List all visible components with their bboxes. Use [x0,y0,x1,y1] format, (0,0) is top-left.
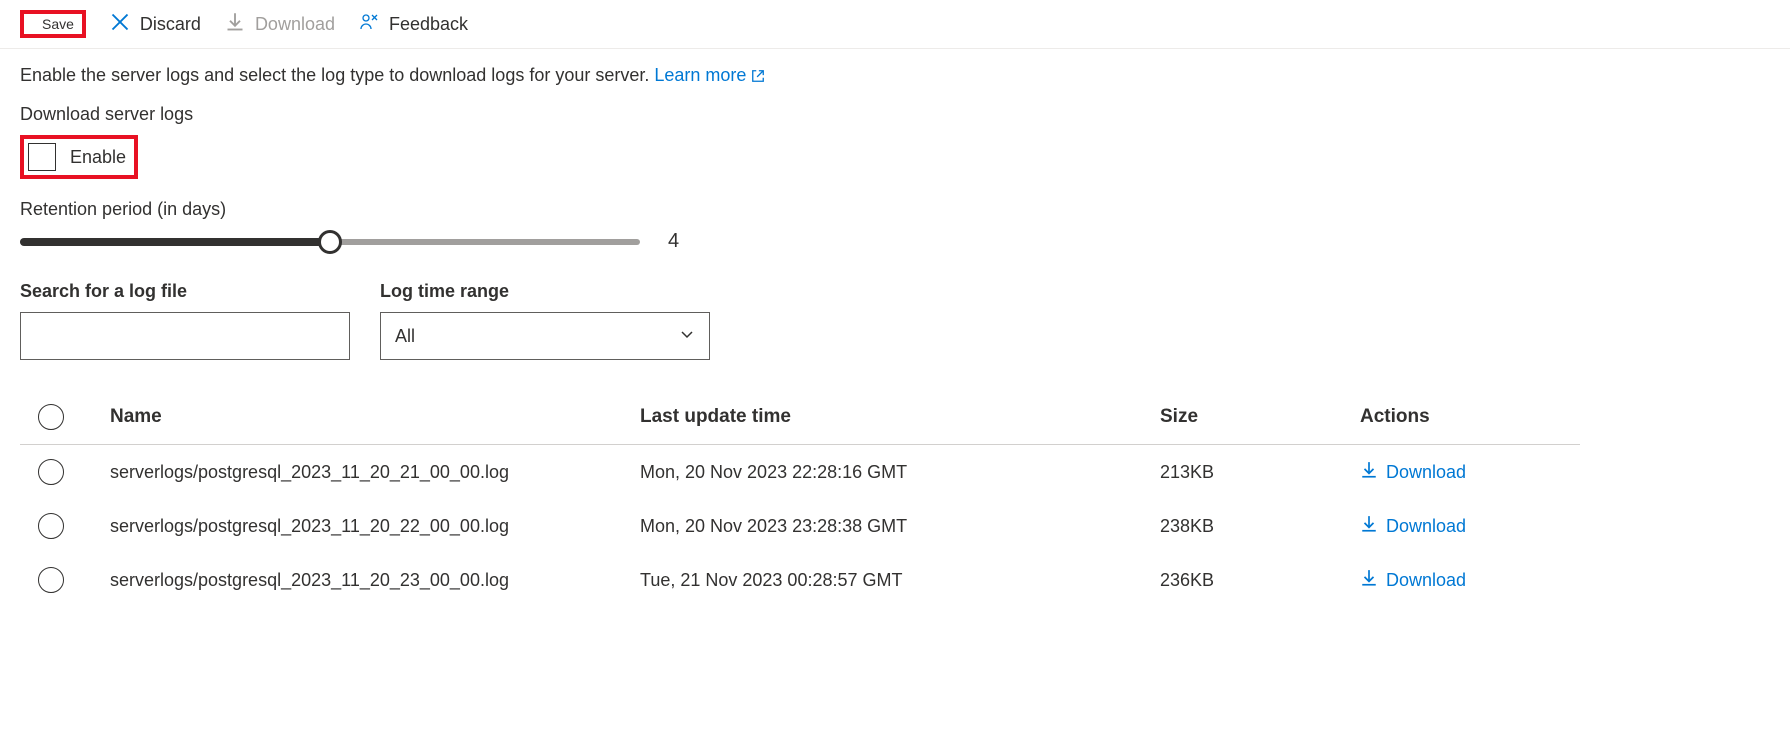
timerange-field-group: Log time range All [380,281,710,360]
row-size: 236KB [1160,570,1360,591]
header-name[interactable]: Name [100,406,640,428]
header-size[interactable]: Size [1160,406,1360,428]
search-label: Search for a log file [20,281,350,302]
download-icon [1360,569,1378,592]
row-updated: Tue, 21 Nov 2023 00:28:57 GMT [640,570,1160,591]
row-name: serverlogs/postgresql_2023_11_20_23_00_0… [100,570,640,591]
download-icon [225,12,245,37]
row-download-link[interactable]: Download [1360,515,1580,538]
slider-thumb[interactable] [318,230,342,254]
row-select[interactable] [20,513,100,539]
row-select[interactable] [20,567,100,593]
search-input[interactable] [20,312,350,360]
learn-more-link[interactable]: Learn more [654,65,765,85]
download-icon [1360,515,1378,538]
main-content: Enable the server logs and select the lo… [0,49,1790,623]
table-row: serverlogs/postgresql_2023_11_20_23_00_0… [20,553,1580,607]
toolbar: Save Discard Download Feedback [0,0,1790,49]
discard-label: Discard [140,14,201,35]
row-name: serverlogs/postgresql_2023_11_20_21_00_0… [100,462,640,483]
row-updated: Mon, 20 Nov 2023 22:28:16 GMT [640,462,1160,483]
header-last-update[interactable]: Last update time [640,406,1160,428]
download-icon [1360,461,1378,484]
row-download-link[interactable]: Download [1360,461,1580,484]
slider-fill [20,238,330,246]
timerange-label: Log time range [380,281,710,302]
timerange-value: All [395,326,415,347]
filter-row: Search for a log file Log time range All [20,281,1770,360]
feedback-icon [359,12,379,37]
row-action-label: Download [1386,570,1466,591]
feedback-button[interactable]: Feedback [359,12,468,37]
intro-text-body: Enable the server logs and select the lo… [20,65,649,85]
download-section-label: Download server logs [20,104,1770,125]
table-row: serverlogs/postgresql_2023_11_20_22_00_0… [20,499,1580,553]
header-select[interactable] [20,404,100,430]
row-updated: Mon, 20 Nov 2023 23:28:38 GMT [640,516,1160,537]
logs-table: Name Last update time Size Actions serve… [20,390,1580,607]
row-download-link[interactable]: Download [1360,569,1580,592]
header-actions: Actions [1360,406,1580,428]
row-action-label: Download [1386,462,1466,483]
row-select[interactable] [20,459,100,485]
retention-slider-row: 4 [20,230,1770,253]
save-button[interactable]: Save [20,10,86,38]
retention-value: 4 [668,230,679,253]
row-size: 213KB [1160,462,1360,483]
download-label: Download [255,14,335,35]
discard-button[interactable]: Discard [110,12,201,37]
retention-slider[interactable] [20,232,640,252]
download-button: Download [225,12,335,37]
external-link-icon [751,65,765,85]
chevron-down-icon [679,326,695,347]
feedback-label: Feedback [389,14,468,35]
row-action-label: Download [1386,516,1466,537]
timerange-select[interactable]: All [380,312,710,360]
close-icon [110,12,130,37]
enable-checkbox[interactable] [28,143,56,171]
enable-checkbox-row[interactable]: Enable [20,135,138,179]
row-size: 238KB [1160,516,1360,537]
row-name: serverlogs/postgresql_2023_11_20_22_00_0… [100,516,640,537]
table-row: serverlogs/postgresql_2023_11_20_21_00_0… [20,445,1580,499]
search-field-group: Search for a log file [20,281,350,360]
retention-label: Retention period (in days) [20,199,1770,220]
learn-more-label: Learn more [654,65,746,85]
table-header: Name Last update time Size Actions [20,390,1580,445]
save-label: Save [42,16,74,32]
enable-label: Enable [70,147,126,168]
intro-text: Enable the server logs and select the lo… [20,65,1770,86]
